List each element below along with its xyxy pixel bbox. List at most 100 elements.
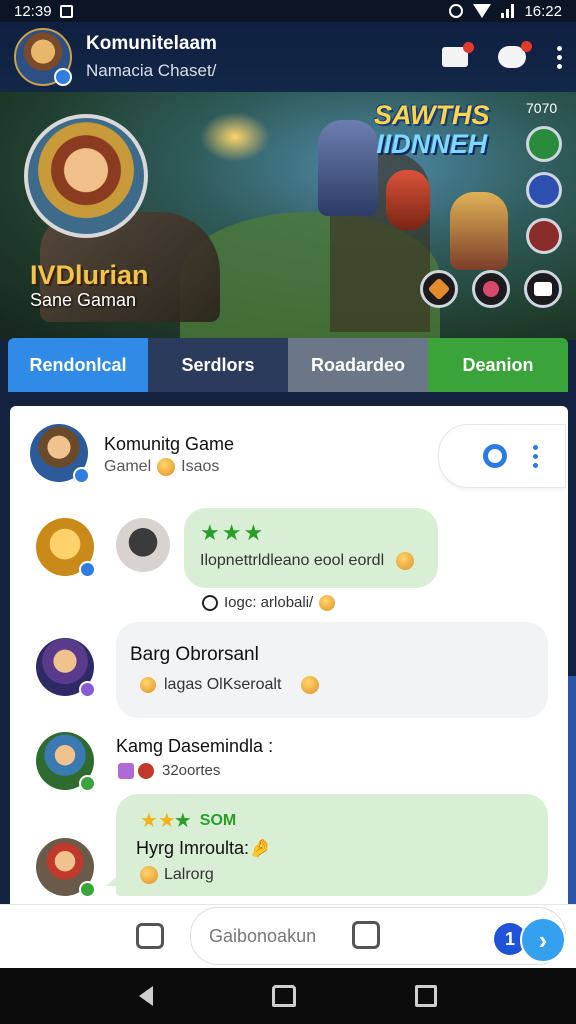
skill-icon[interactable] [526,218,562,254]
header-title: Komunitelaam [86,33,217,54]
system-nav-bar [0,968,576,1024]
skill-rail [526,126,562,254]
user-avatar[interactable] [36,732,96,792]
message-bubble[interactable]: Barg Obrorsanl lagas OlKseroalt [116,622,548,718]
emoji-icon [301,676,320,694]
group-actions [438,424,566,488]
action-icon[interactable] [420,270,458,308]
action-icon[interactable] [472,270,510,308]
nav-recent-icon[interactable] [414,985,437,1007]
grid-icon[interactable] [524,270,562,308]
chat-feed[interactable]: Komunitg Game Gamel Isaos ★★★ Ilopnettrl… [10,406,568,904]
user-avatar[interactable] [116,518,170,572]
message-author: Kamg Dasemindla : [116,736,274,756]
message-bubble[interactable]: ★★ ★ SOM Hyrg Imroulta:🤌 Lalrorg [116,794,548,896]
avatar-badge [73,467,90,484]
nav-home-icon[interactable] [271,985,296,1007]
status-time: 12:39 [14,2,52,20]
user-avatar[interactable] [36,638,96,698]
game-version: 7070 [526,100,558,116]
status-app-icon [59,4,73,18]
status-right-text: 16:22 [524,2,562,20]
settings-icon[interactable] [483,444,507,468]
more-icon[interactable] [556,45,562,69]
hero-name: IVDlurian [30,260,149,290]
rating-stars: ★★★ [200,520,266,545]
kebab-icon[interactable] [533,444,538,468]
notification-button[interactable] [442,42,474,67]
message-composer: 1 › [0,904,576,968]
emoji-icon [140,677,156,693]
send-icon: › [538,924,548,955]
rating-row: ★★ ★ SOM [140,808,236,833]
avatar-badge [79,775,96,792]
banner-actions [420,270,562,308]
star-icon: ★★ [140,810,176,832]
send-button[interactable]: › [520,917,566,963]
online-badge-icon [54,68,72,86]
message-title-emoji: 🤌 [249,838,272,858]
skill-icon[interactable] [526,172,562,208]
sticker-icon[interactable] [352,921,380,949]
chat-icon [498,41,532,68]
message-text: Ilopnettrldleano eool eordl [200,552,415,570]
rating-label: SOM [199,811,237,829]
alarm-icon [449,4,464,18]
game-banner[interactable]: IVDlurian Sane Gaman SAWTHS IIDNNEH 7070 [0,92,576,340]
game-logo-line2: IIDNNEH [376,129,488,159]
header-text: Komunitelaam Namacia Chaset/ [86,33,217,81]
avatar-badge [79,681,96,698]
user-avatar[interactable] [36,838,96,898]
message-title-text: Hyrg Imroulta: [136,838,250,858]
avatar-badge [79,881,96,898]
tab-bar: Rendonlcal Serdlors Roadardeo Deanion [8,338,568,392]
emoji-icon [396,552,415,570]
group-title: Komunitg Game [104,434,235,454]
message-text: lagas OlKseroalt [140,676,320,694]
reply-icon [202,594,218,611]
notification-icon [442,42,474,67]
tab-serdlors[interactable]: Serdlors [148,338,288,392]
header-actions [442,41,562,69]
message-meta-text: 32oortes [162,762,221,779]
game-logo-line1: SAWTHS [374,100,490,130]
side-strip [568,676,576,906]
signal-icon [501,4,515,18]
group-subtitle: Gamel Isaos [104,458,219,476]
message-bubble[interactable]: ★★★ Ilopnettrldleano eool eordl [184,508,438,588]
reply-meta: Iogc: arlobali/ [202,594,336,611]
chat-badge [521,41,532,52]
message-text-content: lagas OlKseroalt [164,676,282,693]
star-icon: ★ [173,810,192,832]
skill-icon[interactable] [526,126,562,162]
user-avatar[interactable] [36,518,96,578]
emoji-icon [140,866,158,884]
message-meta: 32oortes [118,762,220,779]
reply-meta-text: Iogc: arlobali/ [224,594,314,611]
tag-icon [138,762,154,779]
hero-portrait [24,114,148,238]
game-logo: SAWTHS IIDNNEH [374,100,490,160]
group-avatar[interactable] [30,424,90,484]
avatar-badge [79,561,96,578]
group-sub-right: Isaos [181,458,220,475]
chat-button[interactable] [498,41,532,68]
header-avatar[interactable] [14,28,72,86]
tab-rendonlcal[interactable]: Rendonlcal [8,338,148,392]
wifi-icon [473,4,492,18]
nav-back-icon[interactable] [139,986,154,1006]
app-header: Komunitelaam Namacia Chaset/ [0,22,576,92]
message-text: Lalrorg [140,866,214,884]
group-sub-left: Gamel [104,458,152,475]
message-title: Hyrg Imroulta:🤌 [136,838,271,859]
attach-icon[interactable] [136,923,164,949]
status-bar: 12:39 16:22 [0,0,576,22]
fighter-character [318,120,378,216]
message-text-content: Ilopnettrldleano eool eordl [200,552,385,569]
header-subtitle: Namacia Chaset/ [86,61,217,80]
fighter-character [386,170,430,230]
hero-subtitle: Sane Gaman [30,290,137,310]
tab-deanion[interactable]: Deanion [428,338,568,392]
tab-roadardeo[interactable]: Roadardeo [288,338,428,392]
banner-glow [200,112,270,162]
